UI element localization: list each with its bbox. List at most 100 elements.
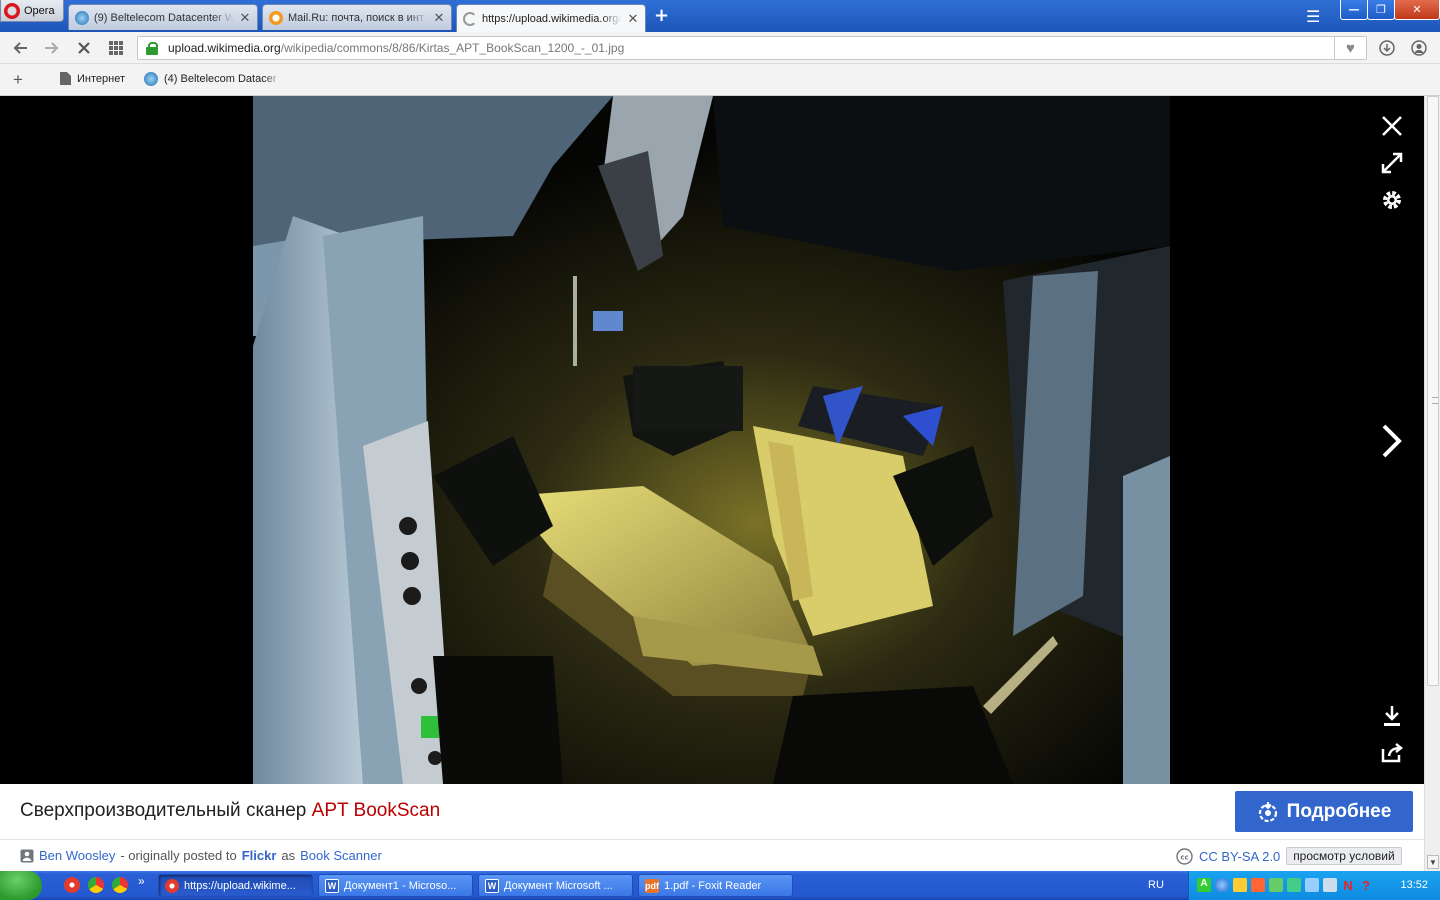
bookmark-label: (4) Beltelecom Datacent (164, 73, 276, 85)
user-icon (20, 849, 34, 862)
close-icon[interactable]: ✕ (433, 10, 445, 26)
viewer-scrollbar[interactable] (1424, 96, 1440, 784)
opera-menu-button[interactable]: Opera (0, 0, 64, 22)
speed-dial-grid-icon[interactable] (106, 38, 126, 58)
as-text: as (281, 848, 296, 863)
view-terms-button[interactable]: просмотр условий (1286, 847, 1402, 865)
media-viewer (0, 96, 1440, 784)
connection-tray-icon[interactable] (1323, 878, 1337, 892)
windows-taskbar: » https://upload.wikime... W Документ1 -… (0, 871, 1440, 900)
scrollbar-thumb[interactable] (1427, 96, 1439, 686)
image-title: Сверхпроизводительный сканер APT BookSca… (20, 800, 440, 822)
task-word-doc2[interactable]: W Документ Microsoft ... (478, 874, 633, 897)
downloads-icon[interactable] (1377, 38, 1397, 58)
fullscreen-expand-icon[interactable] (1378, 149, 1406, 177)
opera-icon (165, 878, 179, 893)
close-viewer-icon[interactable] (1378, 112, 1406, 140)
bookmark-beltelecom[interactable]: (4) Beltelecom Datacent (144, 72, 276, 86)
shield-tray-icon[interactable] (1233, 878, 1247, 892)
tab-title: Mail.Ru: почта, поиск в инт (288, 11, 424, 24)
forward-arrow-icon[interactable] (41, 38, 61, 58)
bookmarks-bar: + Интернет (4) Beltelecom Datacent (0, 64, 1440, 96)
title-highlight-link[interactable]: APT BookScan (312, 800, 441, 821)
word-icon: W (485, 878, 499, 893)
book-scanner-photo (253, 96, 1170, 784)
opera-menu-label: Opera (24, 4, 55, 17)
posted-text: - originally posted to (120, 848, 237, 863)
task-label: https://upload.wikime... (184, 879, 296, 892)
share-icon[interactable] (1378, 739, 1406, 767)
stop-loading-icon[interactable] (74, 38, 94, 58)
tab-beltelecom[interactable]: (9) Beltelecom Datacenter W ✕ (68, 4, 258, 30)
attribution-line: Ben Woosley - originally posted to Flick… (20, 848, 382, 863)
pdf-icon: pdf (645, 878, 659, 893)
close-icon[interactable]: ✕ (627, 11, 639, 27)
close-icon[interactable]: ✕ (239, 10, 251, 26)
gear-icon[interactable] (1378, 186, 1406, 214)
page-icon (60, 72, 71, 85)
add-bookmark-plus-icon[interactable]: + (13, 70, 23, 90)
restore-icon[interactable]: ❐ (1367, 0, 1395, 20)
tab-strip: Opera (9) Beltelecom Datacenter W ✕ Mail… (0, 0, 1440, 32)
loading-spinner-icon (463, 11, 477, 26)
speaker-tray-icon[interactable] (1251, 878, 1265, 892)
n-app-tray-icon[interactable]: N (1341, 878, 1355, 893)
scroll-down-arrow-icon[interactable]: ▼ (1427, 855, 1439, 869)
task-label: 1.pdf - Foxit Reader (664, 879, 762, 892)
more-details-label: Подробнее (1286, 800, 1392, 822)
pen-tray-icon[interactable] (1269, 878, 1283, 892)
creative-commons-icon: cc (1176, 847, 1193, 865)
more-details-button[interactable]: Подробнее (1235, 791, 1413, 832)
tab-title: https://upload.wikimedia.org/ (482, 12, 622, 25)
panel-scrollbar[interactable]: ▼ (1424, 784, 1440, 871)
globe-icon (75, 10, 89, 25)
url-host: upload.wikimedia.org (168, 41, 281, 55)
svg-text:cc: cc (1180, 853, 1188, 861)
task-opera-window[interactable]: https://upload.wikime... (158, 874, 313, 897)
next-image-chevron-icon[interactable] (1378, 424, 1406, 458)
task-label: Документ Microsoft ... (504, 879, 613, 892)
task-label: Документ1 - Microso... (344, 879, 457, 892)
window-close-icon[interactable]: ✕ (1394, 0, 1440, 20)
task-word-doc1[interactable]: W Документ1 - Microso... (318, 874, 473, 897)
minimize-icon[interactable]: — (1340, 0, 1368, 20)
chrome-quicklaunch-icon[interactable] (88, 877, 104, 893)
antivirus-tray-icon[interactable]: A (1197, 878, 1211, 892)
browser-quicklaunch-icon[interactable] (112, 877, 128, 893)
tab-menu-icon[interactable]: ☰ (1306, 7, 1320, 26)
commons-logo-icon (1258, 801, 1277, 822)
update-tray-icon[interactable] (1287, 878, 1301, 892)
opera-quicklaunch-icon[interactable] (64, 877, 80, 893)
start-button[interactable] (0, 871, 42, 900)
tab-mailru[interactable]: Mail.Ru: почта, поиск в инт ✕ (262, 4, 452, 30)
address-input[interactable]: upload.wikimedia.org/wikipedia/commons/8… (137, 36, 1367, 60)
word-icon: W (325, 878, 339, 893)
license-info: cc CC BY-SA 2.0 просмотр условий (1176, 847, 1402, 865)
back-arrow-icon[interactable] (11, 38, 31, 58)
tab-wikimedia[interactable]: https://upload.wikimedia.org/ ✕ (456, 4, 646, 32)
display-tray-icon[interactable] (1305, 878, 1319, 892)
download-icon[interactable] (1378, 702, 1406, 730)
help-tray-icon[interactable]: ? (1359, 878, 1373, 893)
divider (0, 839, 1424, 840)
platform-link[interactable]: Flickr (242, 848, 277, 863)
task-foxit-reader[interactable]: pdf 1.pdf - Foxit Reader (638, 874, 793, 897)
more-quicklaunch-chevron-icon[interactable]: » (138, 874, 145, 888)
secure-lock-icon (146, 42, 158, 55)
metadata-panel: Сверхпроизводительный сканер APT BookSca… (0, 784, 1440, 871)
bookmark-label: Интернет (77, 72, 125, 85)
language-indicator[interactable]: RU (1148, 879, 1164, 891)
clock[interactable]: 13:52 (1400, 879, 1428, 891)
title-text: Сверхпроизводительный сканер (20, 800, 312, 821)
system-tray: A N ? 13:52 (1188, 871, 1440, 900)
account-icon[interactable] (1409, 38, 1429, 58)
at-sign-icon (269, 10, 283, 25)
author-link[interactable]: Ben Woosley (39, 848, 115, 863)
license-link[interactable]: CC BY-SA 2.0 (1199, 849, 1280, 864)
network-globe-tray-icon[interactable] (1215, 878, 1229, 892)
opera-logo-icon (4, 2, 20, 19)
new-tab-plus-icon[interactable]: + (654, 7, 669, 25)
bookmark-folder-internet[interactable]: Интернет (60, 72, 125, 85)
bookmark-heart-icon[interactable]: ♥ (1334, 36, 1366, 60)
source-title-link[interactable]: Book Scanner (300, 848, 382, 863)
